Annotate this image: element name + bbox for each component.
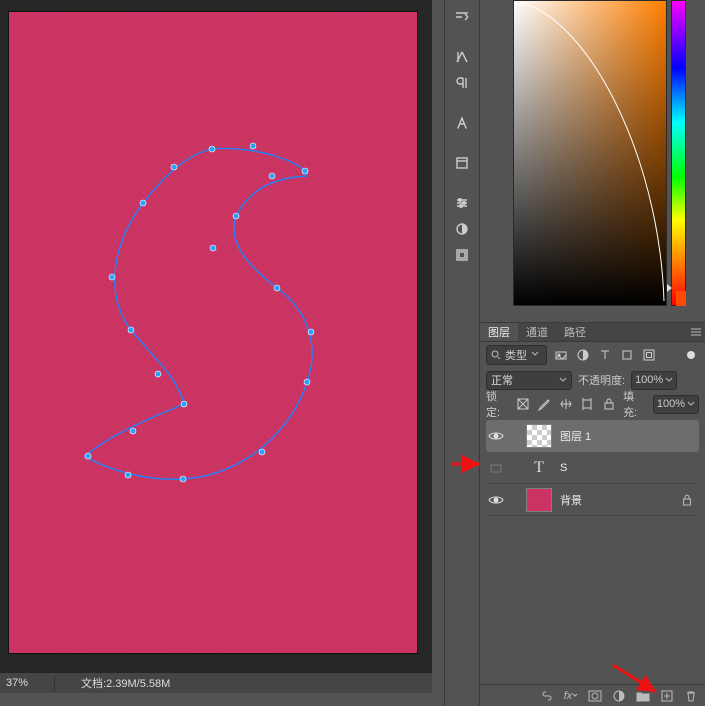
delete-layer-icon[interactable] <box>683 688 699 704</box>
filter-shape-icon[interactable] <box>619 347 635 363</box>
chevron-down-icon <box>687 400 695 408</box>
vector-path-s[interactable] <box>9 12 419 655</box>
layer-filter-row: 类型 <box>480 342 705 368</box>
filter-toggle-icon[interactable] <box>683 347 699 363</box>
document-size: 文档:2.39M/5.58M <box>81 675 170 691</box>
filter-adjust-icon[interactable] <box>575 347 591 363</box>
chevron-down-icon <box>531 350 541 360</box>
opacity-label: 不透明度: <box>578 372 625 388</box>
app-root: { "status": { "zoom": "37%", "doc": "文档:… <box>0 0 705 706</box>
blend-mode-dropdown[interactable]: 正常 <box>486 371 572 390</box>
right-toolbar <box>444 0 479 706</box>
lock-all-icon[interactable] <box>602 396 616 412</box>
paragraph-direction-icon[interactable] <box>449 72 475 94</box>
artboard[interactable] <box>8 11 418 654</box>
visibility-toggle[interactable] <box>488 460 504 476</box>
brush-icon[interactable] <box>449 218 475 240</box>
color-marker-curve <box>514 1 668 307</box>
search-icon <box>491 350 501 360</box>
layer-item[interactable]: 图层 1 <box>486 420 699 452</box>
lock-pixels-icon[interactable] <box>537 396 551 412</box>
panel-options-icon[interactable] <box>449 6 475 28</box>
hue-slider[interactable] <box>671 0 686 306</box>
blend-mode-value: 正常 <box>491 372 513 388</box>
visibility-toggle[interactable] <box>488 492 504 508</box>
align-icon[interactable] <box>449 46 475 68</box>
zoom-level[interactable]: 37% <box>6 677 28 689</box>
panel-menu-icon[interactable] <box>687 323 705 341</box>
layer-thumbnail[interactable] <box>526 424 552 448</box>
layer-name[interactable]: 图层 1 <box>560 428 591 444</box>
opacity-input[interactable]: 100% <box>631 371 677 390</box>
glyphs-icon[interactable] <box>449 112 475 134</box>
filter-smart-icon[interactable] <box>641 347 657 363</box>
properties-icon[interactable] <box>449 152 475 174</box>
fill-value: 100% <box>657 398 685 410</box>
tab-layers[interactable]: 图层 <box>480 323 518 341</box>
layer-mask-icon[interactable] <box>587 688 603 704</box>
right-column: 图层 通道 路径 类型 <box>479 0 705 706</box>
lock-transparency-icon[interactable] <box>516 396 530 412</box>
lock-icon <box>681 494 693 506</box>
layer-style-icon[interactable]: fx <box>563 688 579 704</box>
layers-list: 图层 1 T S 背景 <box>480 416 705 516</box>
chevron-down-icon <box>665 376 673 384</box>
opacity-value: 100% <box>635 374 663 386</box>
color-field[interactable] <box>513 0 667 306</box>
chevron-down-icon <box>559 376 567 384</box>
fill-input[interactable]: 100% <box>653 395 699 414</box>
layer-item[interactable]: 背景 <box>486 484 699 516</box>
layer-kind-label: 类型 <box>505 347 527 363</box>
lock-artboard-icon[interactable] <box>580 396 594 412</box>
layer-group-icon[interactable] <box>635 688 651 704</box>
color-panel <box>479 0 705 308</box>
adjustment-layer-icon[interactable] <box>611 688 627 704</box>
canvas-stage[interactable] <box>0 0 432 673</box>
status-bar: 37% 文档:2.39M/5.58M <box>0 673 432 693</box>
blend-mode-row: 正常 不透明度: 100% <box>480 368 705 392</box>
hue-slider-handle[interactable] <box>667 284 672 292</box>
libraries-icon[interactable] <box>449 244 475 266</box>
tab-paths[interactable]: 路径 <box>556 323 594 341</box>
lock-position-icon[interactable] <box>559 396 573 412</box>
layer-name[interactable]: S <box>560 462 567 474</box>
link-layers-icon[interactable] <box>539 688 555 704</box>
visibility-toggle[interactable] <box>488 428 504 444</box>
lock-row: 锁定: 填充: 100% <box>480 392 705 416</box>
filter-pixel-icon[interactable] <box>553 347 569 363</box>
vertical-scrollbar[interactable] <box>432 0 444 693</box>
layer-kind-dropdown[interactable]: 类型 <box>486 345 547 365</box>
layers-bottom-bar: fx <box>480 684 705 706</box>
filter-type-icon[interactable] <box>597 347 613 363</box>
layers-panel: 图层 通道 路径 类型 <box>479 308 705 706</box>
status-divider <box>54 675 55 691</box>
type-layer-icon: T <box>526 456 552 480</box>
panel-tabs: 图层 通道 路径 <box>480 322 705 342</box>
layer-item[interactable]: T S <box>486 452 699 484</box>
layer-name[interactable]: 背景 <box>560 492 582 508</box>
adjustments-icon[interactable] <box>449 192 475 214</box>
current-color-swatch[interactable] <box>676 291 686 306</box>
tab-channels[interactable]: 通道 <box>518 323 556 341</box>
layer-thumbnail[interactable] <box>526 488 552 512</box>
new-layer-icon[interactable] <box>659 688 675 704</box>
